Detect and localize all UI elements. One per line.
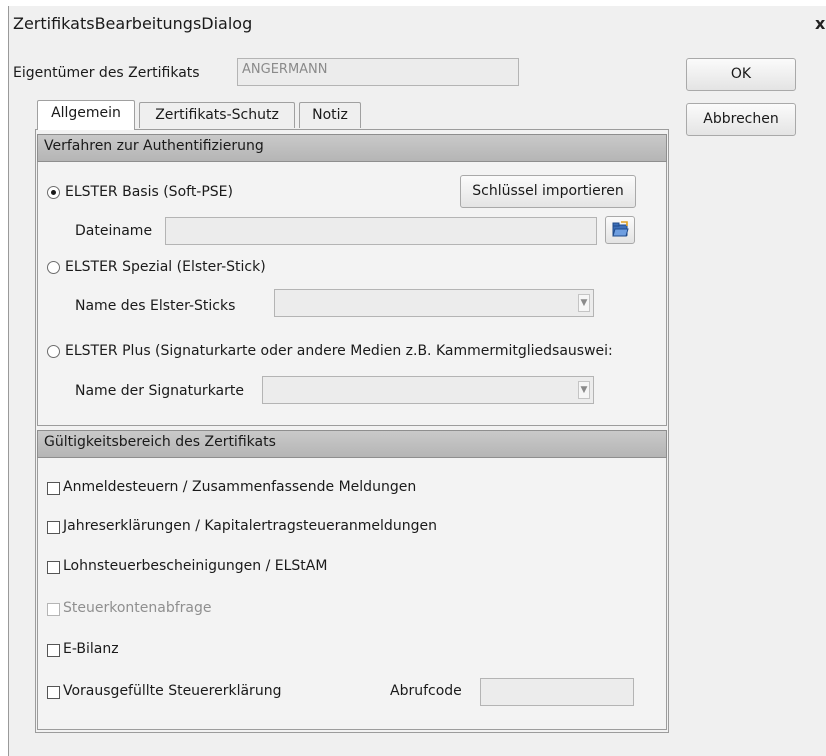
filename-label: Dateiname xyxy=(75,223,153,239)
auth-group-header: Verfahren zur Authentifizierung xyxy=(37,134,667,162)
tab-notiz[interactable]: Notiz xyxy=(299,102,361,128)
checkbox-vorausgefuellte[interactable] xyxy=(47,686,60,699)
checkbox-anmeldesteuern-label: Anmeldesteuern / Zusammenfassende Meldun… xyxy=(63,479,417,495)
radio-elster-plus[interactable] xyxy=(47,345,60,358)
radio-elster-spezial[interactable] xyxy=(47,261,60,274)
folder-open-icon xyxy=(612,221,629,237)
checkbox-steuerkontenabfrage xyxy=(47,603,60,616)
retrieval-code-field[interactable] xyxy=(480,678,634,706)
stick-name-select[interactable]: ▼ xyxy=(274,289,594,317)
filename-field[interactable] xyxy=(165,217,597,245)
owner-label: Eigentümer des Zertifikats xyxy=(13,65,200,81)
owner-field[interactable]: ANGERMANN xyxy=(237,58,519,86)
certificate-edit-dialog: ZertifikatsBearbeitungsDialog x Eigentüm… xyxy=(8,6,826,756)
close-icon[interactable]: x xyxy=(815,14,825,33)
radio-elster-plus-label: ELSTER Plus (Signaturkarte oder andere M… xyxy=(65,343,613,359)
radio-elster-spezial-label: ELSTER Spezial (Elster-Stick) xyxy=(65,259,266,275)
ok-button[interactable]: OK xyxy=(686,58,796,91)
chevron-down-icon[interactable]: ▼ xyxy=(578,381,590,399)
checkbox-lohnsteuerbescheinigungen[interactable] xyxy=(47,561,60,574)
title-bar: ZertifikatsBearbeitungsDialog x xyxy=(9,6,826,40)
checkbox-jahreserklaerungen[interactable] xyxy=(47,521,60,534)
stick-name-label: Name des Elster-Sticks xyxy=(75,298,236,314)
browse-file-button[interactable] xyxy=(605,216,635,244)
checkbox-jahreserklaerungen-label: Jahreserklärungen / Kapitalertragsteuera… xyxy=(63,518,437,534)
radio-elster-basis-label: ELSTER Basis (Soft-PSE) xyxy=(65,184,233,200)
tab-zertifikats-schutz[interactable]: Zertifikats-Schutz xyxy=(139,102,295,128)
tab-allgemein[interactable]: Allgemein xyxy=(37,100,135,130)
chevron-down-icon[interactable]: ▼ xyxy=(578,294,590,312)
checkbox-lohnsteuerbescheinigungen-label: Lohnsteuerbescheinigungen / ELStAM xyxy=(63,558,328,574)
scope-group-header: Gültigkeitsbereich des Zertifikats xyxy=(37,430,667,458)
checkbox-steuerkontenabfrage-label: Steuerkontenabfrage xyxy=(63,600,212,616)
import-key-button[interactable]: Schlüssel importieren xyxy=(460,175,636,208)
cancel-button[interactable]: Abbrechen xyxy=(686,103,796,136)
checkbox-e-bilanz-label: E-Bilanz xyxy=(63,641,119,657)
checkbox-vorausgefuellte-label: Vorausgefüllte Steuererklärung xyxy=(63,683,282,699)
radio-elster-basis[interactable] xyxy=(47,186,60,199)
window-title: ZertifikatsBearbeitungsDialog xyxy=(13,14,253,33)
checkbox-e-bilanz[interactable] xyxy=(47,644,60,657)
card-name-select[interactable]: ▼ xyxy=(262,376,594,404)
retrieval-code-label: Abrufcode xyxy=(390,683,462,699)
checkbox-anmeldesteuern[interactable] xyxy=(47,482,60,495)
card-name-label: Name der Signaturkarte xyxy=(75,383,244,399)
